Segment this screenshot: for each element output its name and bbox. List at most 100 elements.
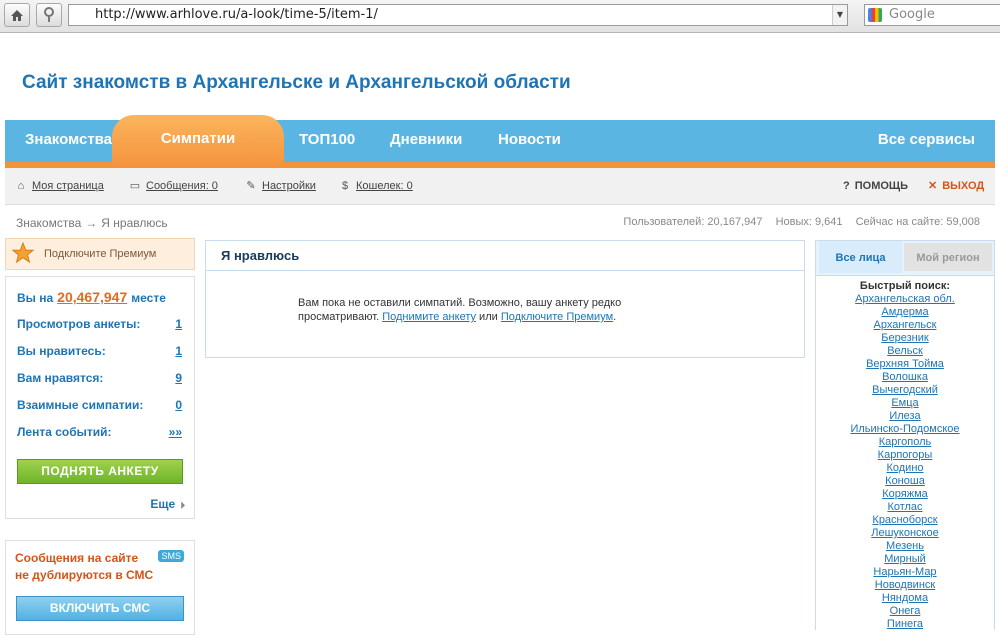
raise-profile-button[interactable]: ПОДНЯТЬ АНКЕТУ bbox=[17, 459, 183, 484]
stat-online: Сейчас на сайте: 59,008 bbox=[855, 216, 980, 228]
breadcrumb-root[interactable]: Знакомства bbox=[16, 216, 81, 230]
quick-search-title: Быстрый поиск: bbox=[859, 280, 951, 292]
city-link[interactable]: Няндома bbox=[816, 592, 994, 605]
likes-value[interactable]: 9 bbox=[175, 371, 182, 385]
city-link[interactable]: Каргополь bbox=[816, 436, 994, 449]
help-label: ПОМОЩЬ bbox=[854, 180, 909, 192]
city-link[interactable]: Архангельская обл. bbox=[816, 293, 994, 306]
star-icon bbox=[12, 242, 34, 264]
nav-item-top100[interactable]: ТОП100 bbox=[299, 120, 355, 162]
rank-value[interactable]: 20,467,947 bbox=[57, 289, 127, 305]
city-link[interactable]: Коряжма bbox=[816, 488, 994, 501]
exit-label: ВЫХОД bbox=[942, 180, 985, 192]
city-link[interactable]: Пинега bbox=[816, 618, 994, 630]
nav-item-news[interactable]: Новости bbox=[498, 120, 561, 162]
sms-badge: SMS bbox=[158, 550, 184, 562]
wallet-label: Кошелек: 0 bbox=[356, 180, 413, 192]
quick-search-panel: Все лица Мой регион Быстрый поиск: Архан… bbox=[815, 240, 995, 630]
city-link[interactable]: Мирный bbox=[816, 553, 994, 566]
city-link[interactable]: Верхняя Тойма bbox=[816, 358, 994, 371]
nav-item-all-services[interactable]: Все сервисы bbox=[878, 120, 975, 162]
city-link[interactable]: Березник bbox=[816, 332, 994, 345]
end-text: . bbox=[613, 311, 617, 323]
messages-link[interactable]: ▭ Сообщения: 0 bbox=[129, 168, 218, 204]
wallet-link[interactable]: $ Кошелек: 0 bbox=[339, 168, 413, 204]
city-link[interactable]: Вычегодский bbox=[816, 384, 994, 397]
mutual-label: Взаимные симпатии: bbox=[17, 398, 144, 412]
city-link[interactable]: Онега bbox=[816, 605, 994, 618]
search-input[interactable]: Google bbox=[864, 4, 1000, 26]
dollar-icon: $ bbox=[341, 180, 349, 192]
tab-all-faces[interactable]: Все лица bbox=[819, 241, 902, 273]
likes-panel: Я нравлюсь Вам пока не оставили симпатий… bbox=[205, 240, 805, 358]
city-link[interactable]: Амдерма bbox=[816, 306, 994, 319]
enable-sms-button[interactable]: ВКЛЮЧИТЬ СМС bbox=[16, 596, 184, 621]
nav-item-likes-label: Симпатии bbox=[160, 130, 236, 147]
rank-suffix: месте bbox=[131, 291, 166, 305]
feed-row: Лента событий: »» bbox=[17, 425, 182, 439]
more-arrow-icon: ⏵ bbox=[180, 500, 185, 510]
city-link[interactable]: Мезень bbox=[816, 540, 994, 553]
premium-label: Подключите Премиум bbox=[44, 248, 157, 260]
city-link[interactable]: Ильинско-Подомское bbox=[816, 423, 994, 436]
url-text: http://www.arhlove.ru/a-look/time-5/item… bbox=[95, 7, 378, 22]
more-link[interactable]: Еще ⏵ bbox=[150, 497, 185, 511]
nav-item-dating[interactable]: Знакомства bbox=[25, 120, 112, 162]
home-button[interactable] bbox=[4, 3, 30, 27]
settings-link[interactable]: ✎ Настройки bbox=[245, 168, 316, 204]
views-label: Просмотров анкеты: bbox=[17, 317, 141, 331]
feed-link[interactable]: »» bbox=[169, 425, 182, 439]
url-input[interactable]: http://www.arhlove.ru/a-look/time-5/item… bbox=[68, 4, 848, 26]
premium-link[interactable]: Подключите Премиум bbox=[501, 311, 613, 323]
city-link[interactable]: Коноша bbox=[816, 475, 994, 488]
likes-label: Вам нравятся: bbox=[17, 371, 104, 385]
city-link[interactable]: Новодвинск bbox=[816, 579, 994, 592]
city-link[interactable]: Илеза bbox=[816, 410, 994, 423]
city-link[interactable]: Котлас bbox=[816, 501, 994, 514]
views-value[interactable]: 1 bbox=[175, 317, 182, 331]
views-row: Просмотров анкеты: 1 bbox=[17, 317, 182, 331]
settings-label: Настройки bbox=[262, 180, 316, 192]
mutual-value[interactable]: 0 bbox=[175, 398, 182, 412]
my-page-label: Моя страница bbox=[32, 180, 104, 192]
city-link[interactable]: Лешуконское bbox=[816, 527, 994, 540]
nav-item-likes[interactable]: Симпатии bbox=[112, 115, 284, 168]
city-link[interactable]: Вельск bbox=[816, 345, 994, 358]
message-icon: ▭ bbox=[129, 180, 141, 192]
rank-row: Вы на 20,467,947 месте bbox=[17, 289, 182, 305]
premium-banner[interactable]: Подключите Премиум bbox=[5, 238, 195, 270]
question-icon: ? bbox=[843, 180, 850, 192]
close-icon: ✕ bbox=[928, 180, 938, 192]
google-icon bbox=[868, 8, 882, 22]
stat-users: Пользователей: 20,167,947 bbox=[623, 216, 763, 228]
url-dropdown-icon[interactable]: ▼ bbox=[832, 5, 847, 25]
rank-prefix: Вы на bbox=[17, 291, 54, 305]
liked-value[interactable]: 1 bbox=[175, 344, 182, 358]
site-title: Сайт знакомств в Архангельске и Архангел… bbox=[22, 72, 571, 93]
or-text: или bbox=[479, 311, 498, 323]
raise-profile-link[interactable]: Поднимите анкету bbox=[382, 311, 476, 323]
city-link[interactable]: Карпогоры bbox=[816, 449, 994, 462]
nav-item-diaries[interactable]: Дневники bbox=[390, 120, 462, 162]
likes-panel-title: Я нравлюсь bbox=[206, 241, 804, 271]
city-link[interactable]: Кодино bbox=[816, 462, 994, 475]
city-link[interactable]: Красноборск bbox=[816, 514, 994, 527]
city-link[interactable]: Емца bbox=[816, 397, 994, 410]
sms-panel: Сообщения на сайте не дублируются в СМС … bbox=[5, 540, 195, 635]
city-link[interactable]: Архангельск bbox=[816, 319, 994, 332]
house-icon: ⌂ bbox=[17, 180, 25, 192]
browser-toolbar: http://www.arhlove.ru/a-look/time-5/item… bbox=[0, 0, 1000, 33]
page-info-button[interactable] bbox=[36, 3, 62, 27]
tab-my-region[interactable]: Мой регион bbox=[904, 243, 992, 271]
mutual-row: Взаимные симпатии: 0 bbox=[17, 398, 182, 412]
exit-link[interactable]: ✕ ВЫХОД bbox=[928, 168, 984, 204]
city-link[interactable]: Волошка bbox=[816, 371, 994, 384]
my-page-link[interactable]: ⌂ Моя страница bbox=[15, 168, 104, 204]
breadcrumb-arrow: → bbox=[85, 216, 98, 230]
messages-label: Сообщения: 0 bbox=[146, 180, 218, 192]
home-icon bbox=[11, 9, 23, 21]
breadcrumb-current: Я нравлюсь bbox=[101, 216, 168, 230]
liked-row: Вы нравитесь: 1 bbox=[17, 344, 182, 358]
city-link[interactable]: Нарьян-Мар bbox=[816, 566, 994, 579]
help-link[interactable]: ? ПОМОЩЬ bbox=[843, 168, 908, 204]
